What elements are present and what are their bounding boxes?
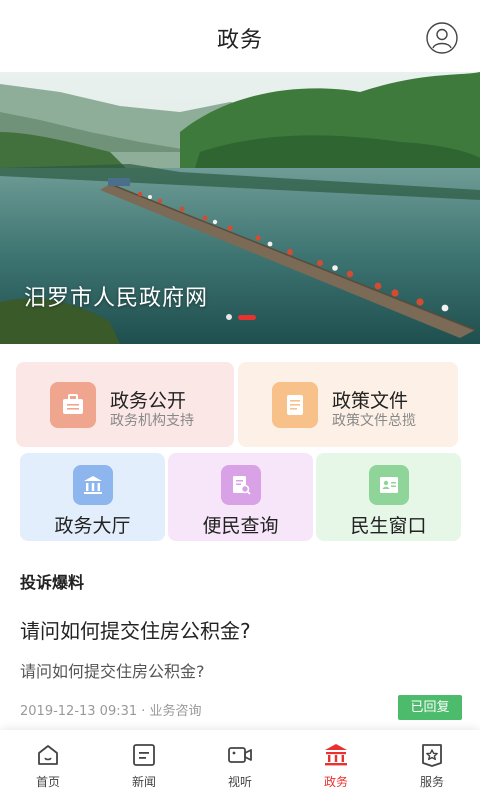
complaint-summary[interactable]: 请问如何提交住房公积金? bbox=[20, 658, 205, 682]
id-card-icon bbox=[368, 465, 409, 505]
tab-label: 政务 bbox=[323, 775, 348, 789]
building-icon bbox=[72, 465, 113, 505]
service-card-livelihood[interactable]: 民生窗口 bbox=[316, 453, 461, 541]
user-circle-icon[interactable] bbox=[426, 22, 458, 54]
carousel-dot-active[interactable] bbox=[238, 314, 256, 320]
service-title: 政务大厅 bbox=[54, 515, 131, 537]
search-document-icon bbox=[220, 465, 261, 505]
government-building-icon bbox=[325, 744, 347, 766]
tab-government[interactable]: 政务 bbox=[288, 730, 384, 800]
service-title: 便民查询 bbox=[202, 515, 279, 537]
tab-label: 新闻 bbox=[131, 775, 156, 789]
banner-carousel[interactable]: 汨罗市人民政府网 bbox=[0, 72, 480, 344]
top-bar: 政务 bbox=[0, 0, 480, 72]
complaint-meta: 2019-12-13 09:31 · 业务咨询 bbox=[20, 704, 202, 719]
carousel-dot[interactable] bbox=[226, 314, 232, 320]
bottom-tab-bar: 首页 新闻 视听 政务 服务 bbox=[0, 730, 480, 800]
service-subtitle: 政策文件总揽 bbox=[332, 413, 416, 429]
tab-video[interactable]: 视听 bbox=[192, 730, 288, 800]
tab-service[interactable]: 服务 bbox=[384, 730, 480, 800]
service-title: 民生窗口 bbox=[350, 515, 427, 537]
service-star-icon bbox=[422, 744, 442, 767]
briefcase-icon bbox=[50, 382, 96, 428]
home-icon bbox=[38, 745, 58, 765]
carousel-indicator bbox=[226, 314, 256, 320]
status-badge: 已回复 bbox=[398, 695, 462, 720]
tab-label: 服务 bbox=[419, 775, 444, 789]
service-title: 政策文件 bbox=[332, 390, 409, 412]
news-icon bbox=[133, 744, 155, 766]
complaint-title[interactable]: 请问如何提交住房公积金? bbox=[20, 615, 251, 644]
video-camera-icon bbox=[228, 747, 252, 763]
banner-caption: 汨罗市人民政府网 bbox=[24, 286, 209, 311]
tab-label: 首页 bbox=[35, 775, 60, 789]
document-icon bbox=[272, 382, 318, 428]
service-card-policy-docs[interactable]: 政策文件 政策文件总揽 bbox=[238, 362, 458, 447]
tab-label: 视听 bbox=[227, 775, 252, 789]
page-title: 政务 bbox=[216, 28, 263, 53]
service-card-gov-affairs[interactable]: 政务公开 政务机构支持 bbox=[16, 362, 234, 447]
service-title: 政务公开 bbox=[110, 390, 187, 412]
service-subtitle: 政务机构支持 bbox=[110, 413, 194, 429]
service-card-public-query[interactable]: 便民查询 bbox=[168, 453, 313, 541]
tab-news[interactable]: 新闻 bbox=[96, 730, 192, 800]
tab-home[interactable]: 首页 bbox=[0, 730, 96, 800]
service-card-gov-hall[interactable]: 政务大厅 bbox=[20, 453, 165, 541]
section-title-complaints: 投诉爆料 bbox=[20, 573, 85, 592]
